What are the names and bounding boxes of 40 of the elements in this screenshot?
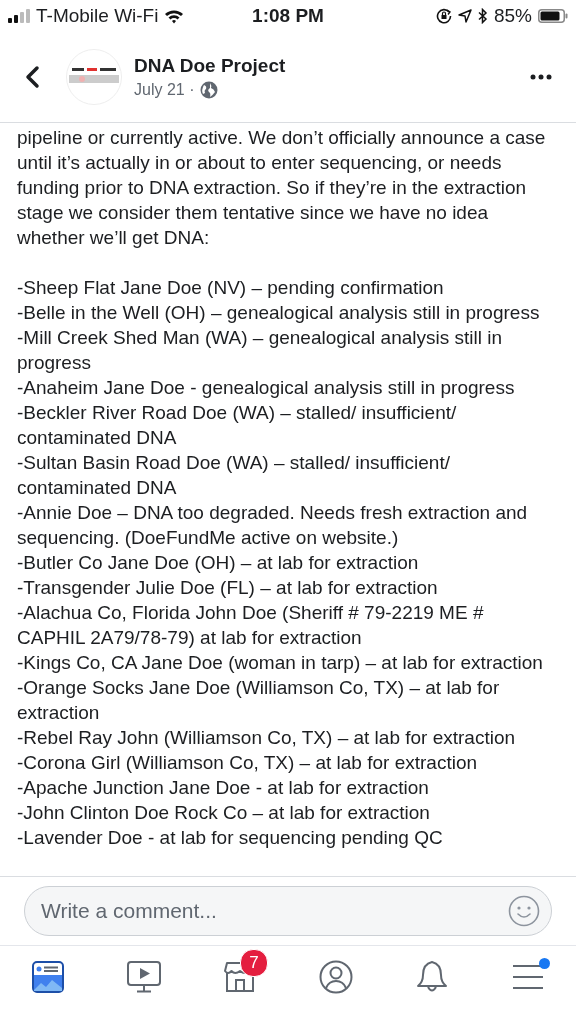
case-list-item: -Sultan Basin Road Doe (WA) – stalled/ insufficient/ contaminated DNA — [17, 451, 451, 500]
case-list-item: -Annie Doe – DNA too degraded. Needs fresh extraction and sequencing. (DoeFundMe active on website.) — [17, 501, 529, 550]
comment-field[interactable]: Write a comment... — [24, 886, 552, 936]
case-list-item: -Anaheim Jane Doe - genealogical analysis still in progress — [17, 376, 516, 400]
post-paragraph: pipeline or currently active. We don’t officially announce a case until it’s actually in or about to enter sequencing, or needs funding prior to DNA extraction. So if they’re in the extraction stage we consider them tentative since we have no idea whether we’ll get DNA: — [17, 126, 547, 250]
case-list-item: -Apache Junction Jane Doe - at lab for extraction — [17, 776, 430, 800]
case-list-item: -Orange Socks Jane Doe (Williamson Co, TX) – at lab for extraction — [17, 676, 501, 725]
back-icon[interactable] — [24, 65, 40, 89]
emoji-icon[interactable] — [508, 895, 540, 927]
news-feed-icon[interactable] — [32, 961, 64, 993]
rotation-lock-icon — [435, 8, 452, 24]
bell-icon[interactable] — [416, 960, 448, 994]
case-list-item: -Mill Creek Shed Man (WA) – genealogical analysis still in progress — [17, 326, 504, 375]
case-list-item: -Beckler River Road Doe (WA) – stalled/ insufficient/ contaminated DNA — [17, 401, 458, 450]
carrier-name: T-Mobile Wi-Fi — [36, 5, 159, 27]
bluetooth-icon — [477, 8, 488, 24]
case-list-item: -Transgender Julie Doe (FL) – at lab for extraction — [17, 576, 439, 600]
video-icon[interactable] — [127, 961, 161, 993]
post-date[interactable]: July 21 · — [134, 81, 195, 99]
more-options-icon[interactable] — [530, 74, 552, 80]
clock-time: 1:08 PM — [252, 5, 324, 27]
case-list-item: -Rebel Ray John (Williamson Co, TX) – at lab for extraction — [17, 726, 517, 750]
profile-icon[interactable] — [319, 960, 353, 994]
page-name[interactable]: DNA Doe Project — [134, 55, 530, 77]
location-arrow-icon — [457, 9, 472, 23]
wifi-icon — [164, 8, 185, 24]
case-list-item: -Kings Co, CA Jane Doe (woman in tarp) – at lab for extraction — [17, 651, 544, 675]
menu-icon[interactable] — [513, 964, 543, 990]
case-list-item: -Sheep Flat Jane Doe (NV) – pending confirmation — [17, 276, 445, 300]
battery-percent: 85% — [493, 5, 532, 27]
case-list-item: -Corona Girl (Williamson Co, TX) – at lab for extraction — [17, 751, 479, 775]
case-list-item: -Belle in the Well (OH) – genealogical analysis still in progress — [17, 301, 541, 325]
case-list-item: -John Clinton Doe Rock Co – at lab for extraction — [17, 801, 431, 825]
globe-icon — [200, 81, 219, 99]
battery-icon — [538, 9, 568, 23]
case-list-item: -Lavender Doe - at lab for sequencing pending QC — [17, 826, 444, 850]
case-list-item: -Butler Co Jane Doe (OH) – at lab for extraction — [17, 551, 420, 575]
signal-icon — [8, 9, 30, 23]
notification-badge: 7 — [240, 949, 268, 977]
case-list-item: -Alachua Co, Florida John Doe (Sheriff # 79-2219 ME # CAPHIL 2A79/78-79) at lab for extraction — [17, 601, 485, 650]
